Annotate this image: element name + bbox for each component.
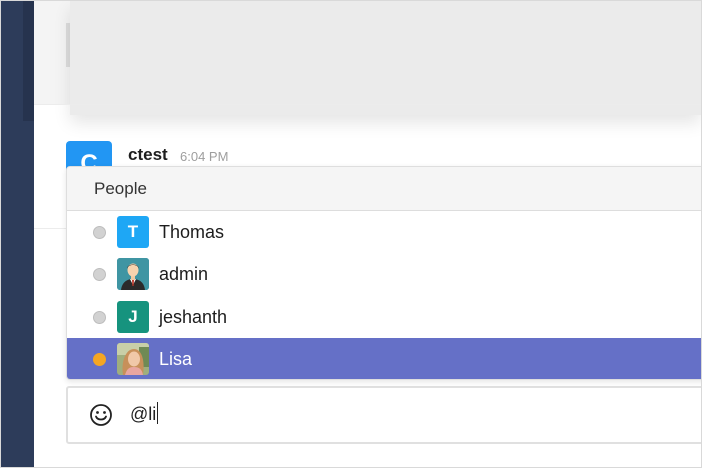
mention-item-label: Thomas bbox=[159, 222, 225, 242]
user-photo-avatar bbox=[117, 342, 149, 375]
message-history-area bbox=[34, 1, 701, 115]
mention-autocomplete-popup: People T Thomas admin J jeshanth Lisa bbox=[66, 166, 702, 380]
popup-header: People bbox=[67, 167, 702, 211]
sidebar-scroll-shade bbox=[23, 1, 34, 121]
text-caret bbox=[157, 402, 159, 424]
user-avatar: J bbox=[117, 300, 149, 333]
status-offline-icon bbox=[93, 226, 106, 239]
smiley-icon[interactable] bbox=[86, 400, 116, 430]
mention-item-label: Lisa bbox=[159, 348, 193, 369]
message-input-value: @li bbox=[130, 404, 157, 424]
previous-message-block bbox=[70, 1, 701, 115]
status-offline-icon bbox=[93, 268, 106, 282]
mention-item-label: jeshanth bbox=[159, 306, 228, 327]
message-username[interactable]: ctest bbox=[128, 145, 168, 165]
mention-item-label: admin bbox=[159, 264, 209, 285]
status-offline-icon bbox=[93, 310, 106, 324]
message-timestamp: 6:04 PM bbox=[180, 149, 229, 164]
divider bbox=[34, 104, 701, 105]
user-avatar: T bbox=[117, 216, 149, 248]
mention-item-jeshanth[interactable]: J jeshanth bbox=[67, 296, 702, 338]
mention-item-thomas[interactable]: T Thomas bbox=[67, 211, 702, 253]
person-icon bbox=[117, 258, 149, 291]
mention-item-lisa[interactable]: Lisa bbox=[67, 337, 702, 379]
left-sidebar bbox=[1, 1, 34, 467]
message-input[interactable]: @li bbox=[130, 401, 159, 427]
message-composer[interactable]: @li bbox=[66, 386, 702, 444]
status-away-icon bbox=[93, 352, 106, 366]
mention-item-admin[interactable]: admin bbox=[67, 253, 702, 295]
